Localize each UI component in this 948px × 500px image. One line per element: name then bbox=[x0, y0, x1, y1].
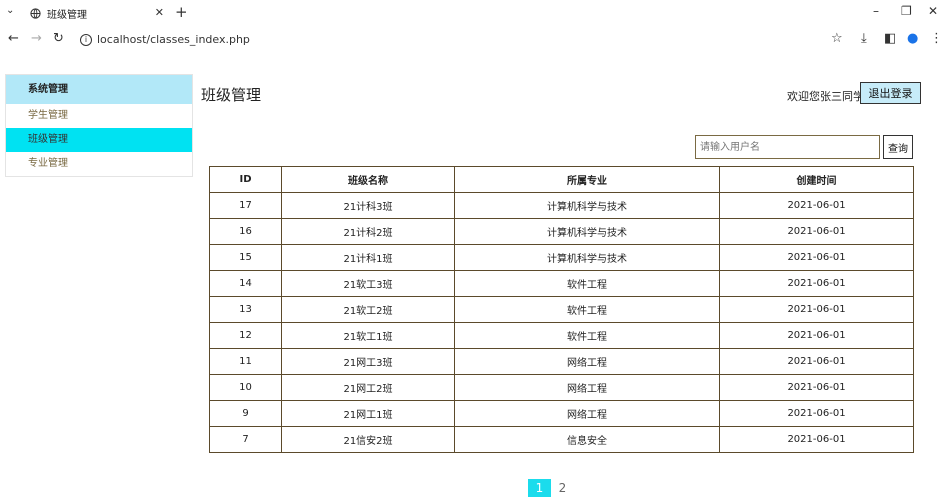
logout-button[interactable]: 退出登录 bbox=[860, 82, 921, 104]
cell-class-name: 21软工1班 bbox=[281, 322, 455, 349]
back-icon[interactable]: ← bbox=[8, 31, 19, 46]
browser-toolbar: ← → ↻ i localhost/classes_index.php ☆ ⤓ … bbox=[0, 26, 948, 54]
table-row: 16 21计科2班 计算机科学与技术 2021-06-01 bbox=[209, 218, 914, 245]
restore-icon[interactable]: ❐ bbox=[901, 4, 912, 18]
cell-id: 15 bbox=[209, 244, 282, 271]
cell-class-name: 21计科3班 bbox=[281, 192, 455, 219]
cell-major: 网络工程 bbox=[454, 348, 720, 375]
table-row: 11 21网工3班 网络工程 2021-06-01 bbox=[209, 348, 914, 375]
sidebar-item-majors[interactable]: 专业管理 bbox=[6, 152, 192, 176]
table-row: 14 21软工3班 软件工程 2021-06-01 bbox=[209, 270, 914, 297]
window-close-icon[interactable]: ✕ bbox=[928, 4, 938, 18]
cell-class-name: 21计科2班 bbox=[281, 218, 455, 245]
search-button[interactable]: 查询 bbox=[883, 135, 913, 159]
table-row: 17 21计科3班 计算机科学与技术 2021-06-01 bbox=[209, 192, 914, 219]
cell-id: 9 bbox=[209, 400, 282, 427]
cell-id: 12 bbox=[209, 322, 282, 349]
new-tab-icon[interactable]: + bbox=[175, 3, 188, 21]
column-header-id: ID bbox=[209, 166, 282, 193]
page-link-1[interactable]: 1 bbox=[528, 479, 551, 497]
cell-created: 2021-06-01 bbox=[719, 348, 914, 375]
cell-major: 软件工程 bbox=[454, 296, 720, 323]
sidebar: 系统管理 学生管理 班级管理 专业管理 bbox=[5, 74, 193, 177]
forward-icon[interactable]: → bbox=[31, 31, 42, 46]
cell-id: 11 bbox=[209, 348, 282, 375]
cell-created: 2021-06-01 bbox=[719, 426, 914, 453]
cell-major: 计算机科学与技术 bbox=[454, 218, 720, 245]
cell-id: 10 bbox=[209, 374, 282, 401]
cell-class-name: 21计科1班 bbox=[281, 244, 455, 271]
tab-title: 班级管理 bbox=[47, 9, 87, 21]
browser-tab[interactable]: 班级管理 ✕ bbox=[24, 0, 170, 26]
cell-created: 2021-06-01 bbox=[719, 270, 914, 297]
cell-created: 2021-06-01 bbox=[719, 400, 914, 427]
sidebar-item-classes[interactable]: 班级管理 bbox=[6, 128, 192, 152]
site-info-icon[interactable]: i bbox=[80, 34, 92, 46]
table-row: 10 21网工2班 网络工程 2021-06-01 bbox=[209, 374, 914, 401]
cell-created: 2021-06-01 bbox=[719, 218, 914, 245]
menu-dots-icon[interactable]: ⋮ bbox=[930, 31, 943, 46]
welcome-text: 欢迎您张三同学 bbox=[787, 90, 864, 103]
address-bar[interactable]: localhost/classes_index.php bbox=[97, 33, 250, 46]
cell-major: 计算机科学与技术 bbox=[454, 192, 720, 219]
cell-created: 2021-06-01 bbox=[719, 374, 914, 401]
sidebar-item-students[interactable]: 学生管理 bbox=[6, 104, 192, 128]
pagination: 1 2 bbox=[528, 479, 574, 497]
classes-table: ID 班级名称 所属专业 创建时间 17 21计科3班 计算机科学与技术 202… bbox=[209, 166, 914, 453]
tab-close-icon[interactable]: ✕ bbox=[155, 6, 164, 19]
table-row: 9 21网工1班 网络工程 2021-06-01 bbox=[209, 400, 914, 427]
cell-created: 2021-06-01 bbox=[719, 244, 914, 271]
cell-class-name: 21网工3班 bbox=[281, 348, 455, 375]
download-icon[interactable]: ⤓ bbox=[861, 31, 867, 46]
cell-major: 信息安全 bbox=[454, 426, 720, 453]
page-title: 班级管理 bbox=[201, 86, 262, 104]
cell-major: 网络工程 bbox=[454, 400, 720, 427]
cell-class-name: 21信安2班 bbox=[281, 426, 455, 453]
table-header-row: ID 班级名称 所属专业 创建时间 bbox=[209, 166, 914, 193]
search-input[interactable] bbox=[695, 135, 880, 159]
column-header-class-name: 班级名称 bbox=[281, 166, 455, 193]
table-row: 13 21软工2班 软件工程 2021-06-01 bbox=[209, 296, 914, 323]
column-header-created: 创建时间 bbox=[719, 166, 914, 193]
cell-id: 14 bbox=[209, 270, 282, 297]
tab-search-chevron-icon[interactable]: ⌄ bbox=[6, 5, 14, 16]
reload-icon[interactable]: ↻ bbox=[53, 31, 64, 46]
cell-class-name: 21软工2班 bbox=[281, 296, 455, 323]
cell-major: 网络工程 bbox=[454, 374, 720, 401]
minimize-icon[interactable]: – bbox=[873, 4, 879, 18]
browser-tab-strip: ⌄ 班级管理 ✕ + – ❐ ✕ bbox=[0, 0, 948, 26]
table-row: 12 21软工1班 软件工程 2021-06-01 bbox=[209, 322, 914, 349]
cell-class-name: 21软工3班 bbox=[281, 270, 455, 297]
cell-major: 软件工程 bbox=[454, 270, 720, 297]
side-panel-icon[interactable]: ◧ bbox=[884, 31, 896, 46]
cell-id: 7 bbox=[209, 426, 282, 453]
cell-created: 2021-06-01 bbox=[719, 322, 914, 349]
cell-id: 17 bbox=[209, 192, 282, 219]
cell-class-name: 21网工2班 bbox=[281, 374, 455, 401]
table-row: 15 21计科1班 计算机科学与技术 2021-06-01 bbox=[209, 244, 914, 271]
profile-icon[interactable]: ● bbox=[907, 31, 918, 46]
cell-major: 计算机科学与技术 bbox=[454, 244, 720, 271]
table-row: 7 21信安2班 信息安全 2021-06-01 bbox=[209, 426, 914, 453]
bookmark-star-icon[interactable]: ☆ bbox=[831, 31, 843, 46]
cell-major: 软件工程 bbox=[454, 322, 720, 349]
cell-id: 13 bbox=[209, 296, 282, 323]
sidebar-header: 系统管理 bbox=[6, 75, 192, 104]
page-link-2[interactable]: 2 bbox=[551, 479, 574, 497]
cell-created: 2021-06-01 bbox=[719, 296, 914, 323]
cell-class-name: 21网工1班 bbox=[281, 400, 455, 427]
column-header-major: 所属专业 bbox=[454, 166, 720, 193]
cell-created: 2021-06-01 bbox=[719, 192, 914, 219]
globe-icon bbox=[30, 7, 41, 19]
cell-id: 16 bbox=[209, 218, 282, 245]
